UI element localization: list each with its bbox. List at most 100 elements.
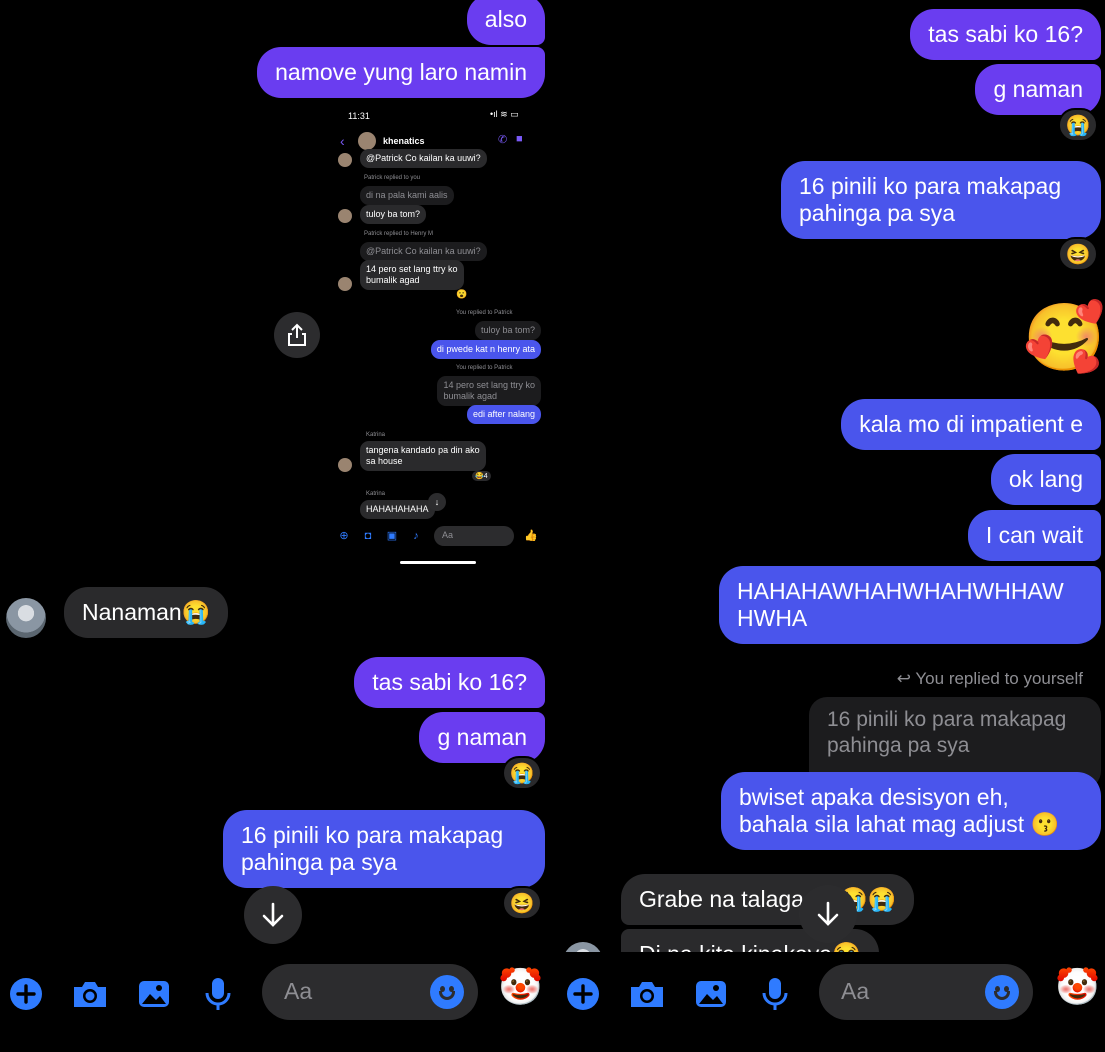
message-text: I can wait [985,522,1083,548]
scroll-down-icon: ↓ [428,493,446,511]
reply-label-text: You replied to yourself [915,669,1083,688]
message-bubble: 14 pero set lang ttry ko bumalik agad [360,260,464,290]
sender-name: Katrina [366,432,386,438]
message-line: bahala sila lahat mag adjust 😗 [739,811,1060,837]
emoji-message[interactable]: 🥰 [1023,302,1105,372]
emoji-icon[interactable] [430,975,464,1009]
reply-label: You replied to Patrick [456,310,513,316]
gallery-button[interactable] [691,974,731,1014]
gallery-icon [696,981,726,1007]
message-bubble[interactable]: ok lang [990,454,1101,505]
plus-circle-icon [567,978,599,1010]
message-text: tas sabi ko 16? [928,21,1083,47]
message-bubble[interactable]: tas sabi ko 16? [354,657,545,708]
emoji-icon[interactable] [985,975,1019,1009]
reaction-badge[interactable]: 😆 [1058,237,1098,271]
message-bubble: tangena kandado pa din ako sa house [360,441,486,471]
message-bubble[interactable]: namove yung laro namin [257,47,545,98]
mic-button[interactable] [198,974,238,1014]
message-bubble[interactable]: 16 pinili ko para makapag pahinga pa sya [781,161,1101,239]
reaction-badge[interactable]: 😭 [1058,108,1098,142]
message-bubble[interactable]: bwiset apaka desisyon eh, bahala sila la… [721,772,1101,850]
quoted-bubble: 14 pero set lang ttry ko bumalik agad [437,376,541,406]
plus-circle-icon [10,978,42,1010]
input-placeholder: Aa [284,978,313,1004]
home-indicator [400,561,476,564]
contact-name: khenatics [383,136,425,146]
message-line: bwiset apaka desisyon eh, [739,784,1009,810]
message-bubble: di pwede kat n henry ata [430,340,541,359]
quote-line: pahinga pa sya [827,734,970,757]
scroll-down-button[interactable] [799,885,857,943]
right-chat-panel: tas sabi ko 16? g naman 😭 16 pinili ko p… [545,0,1105,1052]
add-button[interactable] [563,974,603,1014]
video-icon: ■ [516,133,523,145]
sender-avatar [338,277,352,291]
share-button[interactable] [274,312,320,358]
message-bubble[interactable]: kala mo di impatient e [841,399,1101,450]
message-text: g naman [437,724,527,750]
mic-button[interactable] [755,974,795,1014]
left-chat-panel: also namove yung laro namin 11:31 •ıl ≋ … [0,0,545,1052]
message-line: 16 pinili ko para makapag [799,173,1062,199]
gallery-button[interactable] [134,974,174,1014]
back-chevron-icon: ‹ [340,133,345,149]
camera-icon [631,982,663,1007]
message-line: pahinga pa sya [799,200,956,226]
camera-button[interactable] [70,974,110,1014]
message-text: namove yung laro namin [275,59,527,85]
add-button[interactable] [6,974,46,1014]
message-bubble[interactable]: Nanaman😭 [64,587,229,638]
reaction-badge: 😮 [456,289,468,299]
message-text: kala mo di impatient e [859,411,1083,437]
reply-label: Patrick replied to Henry M [364,231,434,237]
message-bubble[interactable]: HAHAHAWHAHWHAHWHHAW HWHA [719,566,1101,644]
message-line: HWHA [737,605,808,631]
embedded-input: Aa [434,526,514,546]
reply-arrow-icon: ↩ [896,669,911,688]
embedded-screenshot[interactable]: 11:31 •ıl ≋ ▭ ‹ khenatics ✆ ■ @Patrick C… [330,103,545,573]
plus-icon: ⊕ [339,530,349,542]
message-bubble[interactable]: Grabe na talaga 😭😭😭 [621,874,915,925]
sender-avatar [6,598,46,638]
gallery-icon [139,981,169,1007]
message-text: ok lang [1008,466,1083,492]
message-line: 16 pinili ko para makapag [241,822,504,848]
camera-icon: ◘ [364,530,372,542]
message-bubble: HAHAHAHAHA [360,500,435,519]
message-line: bumalik agad [366,275,420,285]
mic-icon: ♪ [413,530,419,542]
quick-reaction-button[interactable]: 🤡 [498,966,543,1008]
message-bubble[interactable]: tas sabi ko 16? [910,9,1101,60]
share-icon [288,323,306,346]
sender-avatar [338,458,352,472]
message-line: pahinga pa sya [241,849,398,875]
reply-label: ↩ You replied to yourself [897,669,1083,689]
reaction-badge[interactable]: 😆 [502,886,542,920]
message-text: Grabe na talaga 😭😭😭 [639,886,897,912]
message-bubble: tuloy ba tom? [360,205,427,224]
sender-name: Katrina [366,491,386,497]
message-bubble[interactable]: 16 pinili ko para makapag pahinga pa sya [223,810,545,888]
message-input[interactable]: Aa [819,964,1033,1020]
phone-icon: ✆ [498,134,508,146]
message-bubble[interactable]: I can wait [967,510,1101,561]
arrow-down-icon [262,902,284,927]
reaction-badge[interactable]: 😭 [502,756,542,790]
scroll-down-button[interactable] [244,886,302,944]
reply-label: You replied to Patrick [456,365,513,371]
message-input[interactable]: Aa [262,964,478,1020]
quote-line: 16 pinili ko para makapag [827,708,1067,731]
arrow-down-icon [817,901,839,926]
message-text: Nanaman😭 [82,599,211,625]
camera-button[interactable] [627,974,667,1014]
quoted-bubble: tuloy ba tom? [474,321,541,340]
status-time: 11:31 [348,111,370,121]
quick-reaction-button[interactable]: 🤡 [1055,966,1100,1008]
message-bubble[interactable]: also [466,0,545,45]
message-bubble: @Patrick Co kailan ka uuwi? [360,149,487,168]
message-line: 14 pero set lang ttry ko [443,380,535,390]
message-line: 14 pero set lang ttry ko [366,264,458,274]
quoted-bubble: @Patrick Co kailan ka uuwi? [360,242,487,261]
message-text: tas sabi ko 16? [372,669,527,695]
